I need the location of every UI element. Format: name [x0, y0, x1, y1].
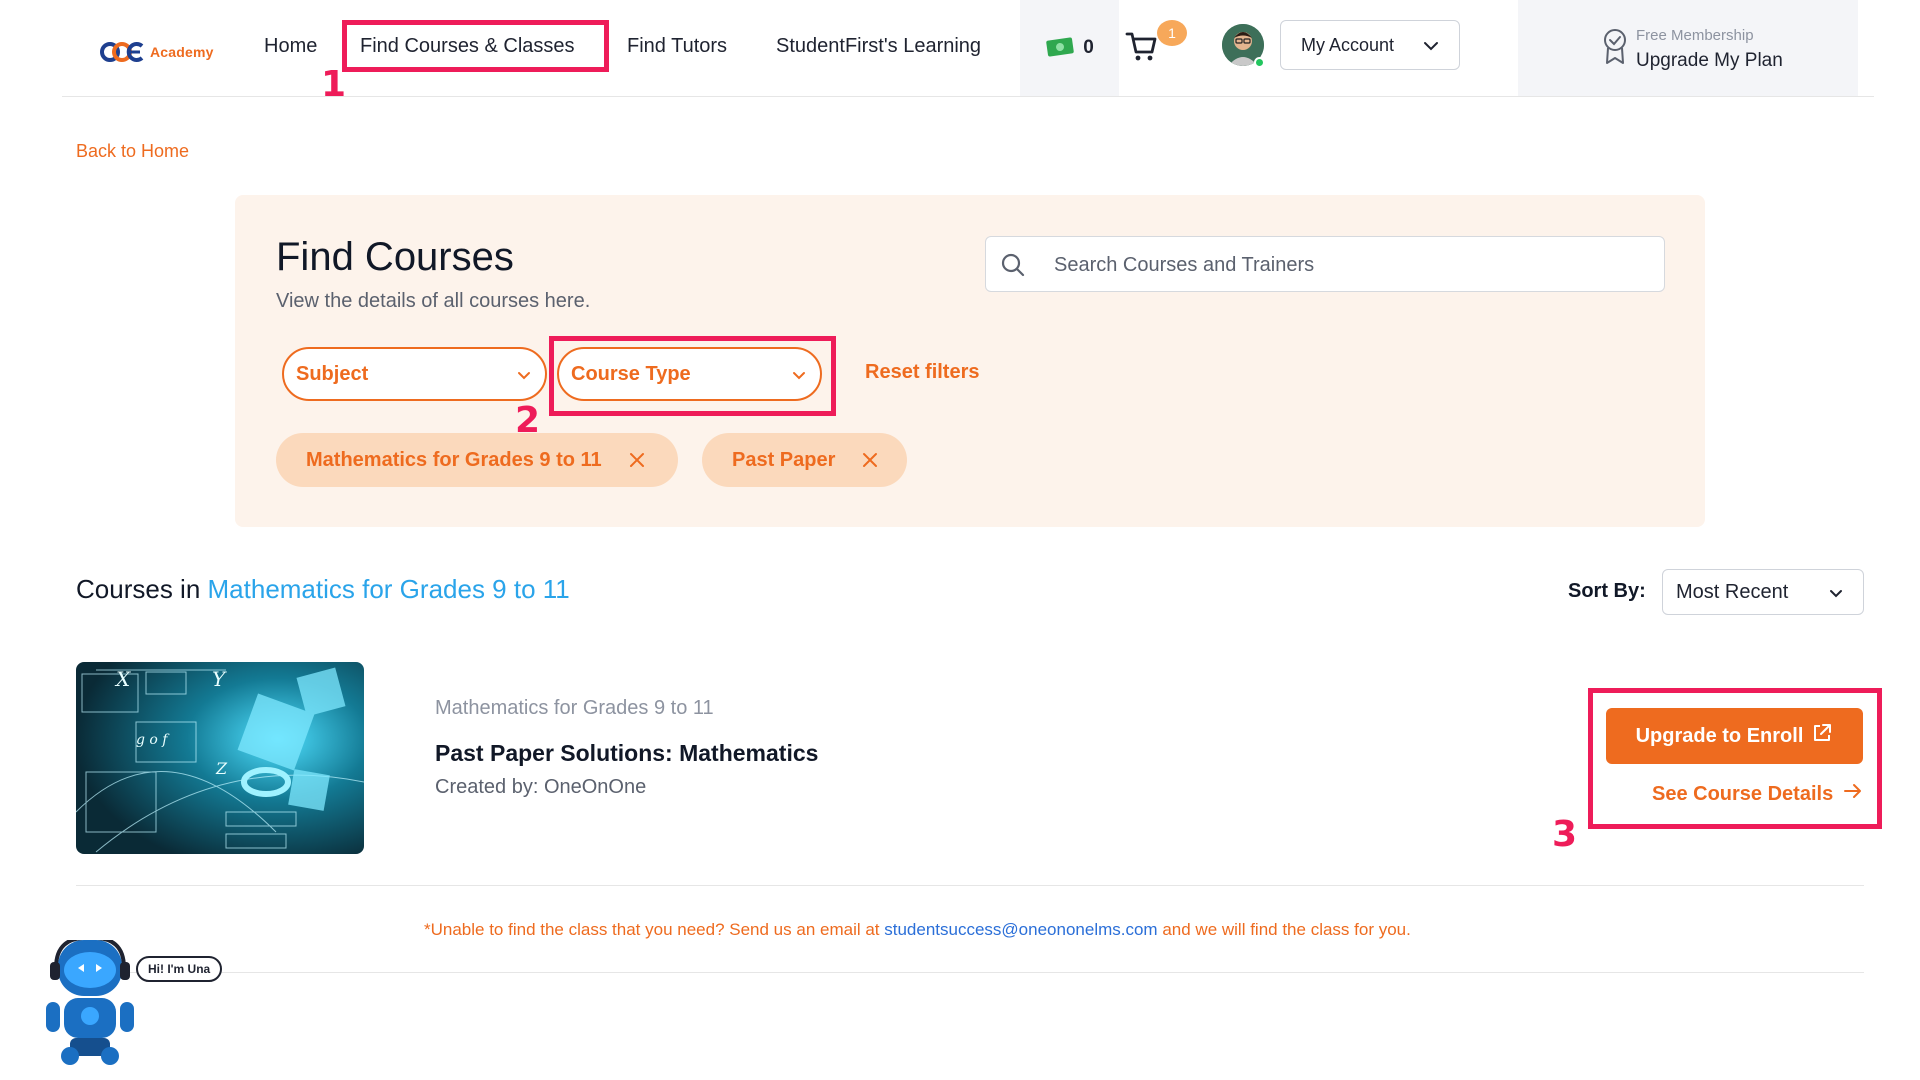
annotation-number-2: 2: [515, 400, 541, 441]
page-subtitle: View the details of all courses here.: [276, 290, 591, 312]
close-icon[interactable]: [861, 451, 879, 469]
chevron-down-icon: [517, 363, 531, 386]
search-input[interactable]: [1054, 250, 1634, 280]
active-filter-chip: Past Paper: [702, 433, 907, 487]
svg-text:X: X: [114, 667, 131, 691]
help-footnote: *Unable to find the class that you need?…: [424, 920, 1411, 940]
svg-text:g o f: g o f: [136, 732, 170, 748]
course-type-select[interactable]: Course Type: [557, 347, 822, 401]
award-ribbon-icon: [1602, 28, 1628, 66]
chevron-down-icon: [1423, 35, 1439, 56]
footnote-text-before: *Unable to find the class that you need?…: [424, 920, 885, 939]
enroll-button-label: Upgrade to Enroll: [1635, 724, 1804, 747]
filter-chip-label: Mathematics for Grades 9 to 11: [306, 448, 602, 471]
annotation-number-1: 1: [321, 64, 347, 105]
page-title: Find Courses: [276, 235, 514, 279]
svg-text:Z: Z: [215, 759, 228, 778]
annotation-number-3: 3: [1552, 814, 1578, 855]
search-icon: [1000, 252, 1026, 278]
subject-select[interactable]: Subject: [282, 347, 547, 401]
membership-caption: Free Membership: [1636, 27, 1754, 44]
wallet[interactable]: 0: [1020, 0, 1119, 96]
filter-chip-label: Past Paper: [732, 448, 836, 471]
logo-mark-icon: [100, 40, 146, 64]
search-box[interactable]: [985, 236, 1665, 292]
nav-find-tutors[interactable]: Find Tutors: [627, 28, 727, 64]
course-title[interactable]: Past Paper Solutions: Mathematics: [435, 740, 818, 767]
support-email-link[interactable]: studentsuccess@oneononelms.com: [884, 920, 1157, 939]
course-author: Created by: OneOnOne: [435, 776, 647, 798]
active-filter-chip: Mathematics for Grades 9 to 11: [276, 433, 678, 487]
nav-find-courses[interactable]: Find Courses & Classes: [360, 28, 575, 64]
footnote-text-after: and we will find the class for you.: [1157, 920, 1411, 939]
online-status-dot: [1254, 57, 1265, 68]
filter-panel: Find Courses View the details of all cou…: [235, 195, 1705, 527]
nav-studentfirst-learning[interactable]: StudentFirst's Learning: [776, 28, 981, 64]
chatbot-greeting-bubble: Hi! I'm Una: [136, 956, 223, 982]
sort-select[interactable]: Most Recent: [1662, 569, 1864, 615]
sort-select-value: Most Recent: [1676, 580, 1789, 603]
wallet-count: 0: [1083, 37, 1094, 58]
upgrade-to-enroll-button[interactable]: Upgrade to Enroll: [1606, 708, 1863, 764]
results-heading: Courses in Mathematics for Grades 9 to 1…: [76, 574, 570, 605]
my-account-dropdown[interactable]: My Account: [1280, 20, 1460, 70]
course-thumbnail[interactable]: X Y g o f Z: [76, 662, 364, 854]
footer-divider: [76, 972, 1864, 973]
my-account-label: My Account: [1301, 34, 1395, 55]
details-link-label: See Course Details: [1652, 782, 1834, 805]
result-divider: [76, 885, 1864, 886]
chevron-down-icon: [1829, 581, 1843, 604]
membership-panel[interactable]: Free Membership Upgrade My Plan: [1518, 0, 1858, 96]
cart-icon[interactable]: [1124, 28, 1160, 64]
nav-home[interactable]: Home: [264, 28, 317, 64]
sort-label: Sort By:: [1568, 580, 1646, 602]
results-heading-prefix: Courses in: [76, 574, 201, 604]
top-navigation: Academy Home Find Courses & Classes Find…: [0, 0, 1920, 97]
money-icon: [1045, 35, 1075, 62]
subject-select-label: Subject: [296, 362, 369, 385]
chevron-down-icon: [792, 363, 806, 386]
results-heading-subject: Mathematics for Grades 9 to 11: [207, 574, 570, 604]
see-course-details-link[interactable]: See Course Details: [1652, 782, 1863, 806]
back-to-home-link[interactable]: Back to Home: [76, 141, 189, 162]
course-type-select-label: Course Type: [571, 362, 691, 385]
upgrade-plan-link[interactable]: Upgrade My Plan: [1636, 50, 1783, 72]
reset-filters-link[interactable]: Reset filters: [865, 361, 980, 384]
close-icon[interactable]: [628, 451, 646, 469]
external-link-icon: [1811, 722, 1833, 750]
arrow-right-icon: [1843, 782, 1863, 806]
svg-text:Y: Y: [212, 667, 227, 691]
cart-count-badge: 1: [1157, 20, 1187, 46]
brand-logo[interactable]: Academy: [100, 36, 214, 68]
course-subject: Mathematics for Grades 9 to 11: [435, 697, 714, 719]
logo-wordmark: Academy: [150, 44, 214, 60]
